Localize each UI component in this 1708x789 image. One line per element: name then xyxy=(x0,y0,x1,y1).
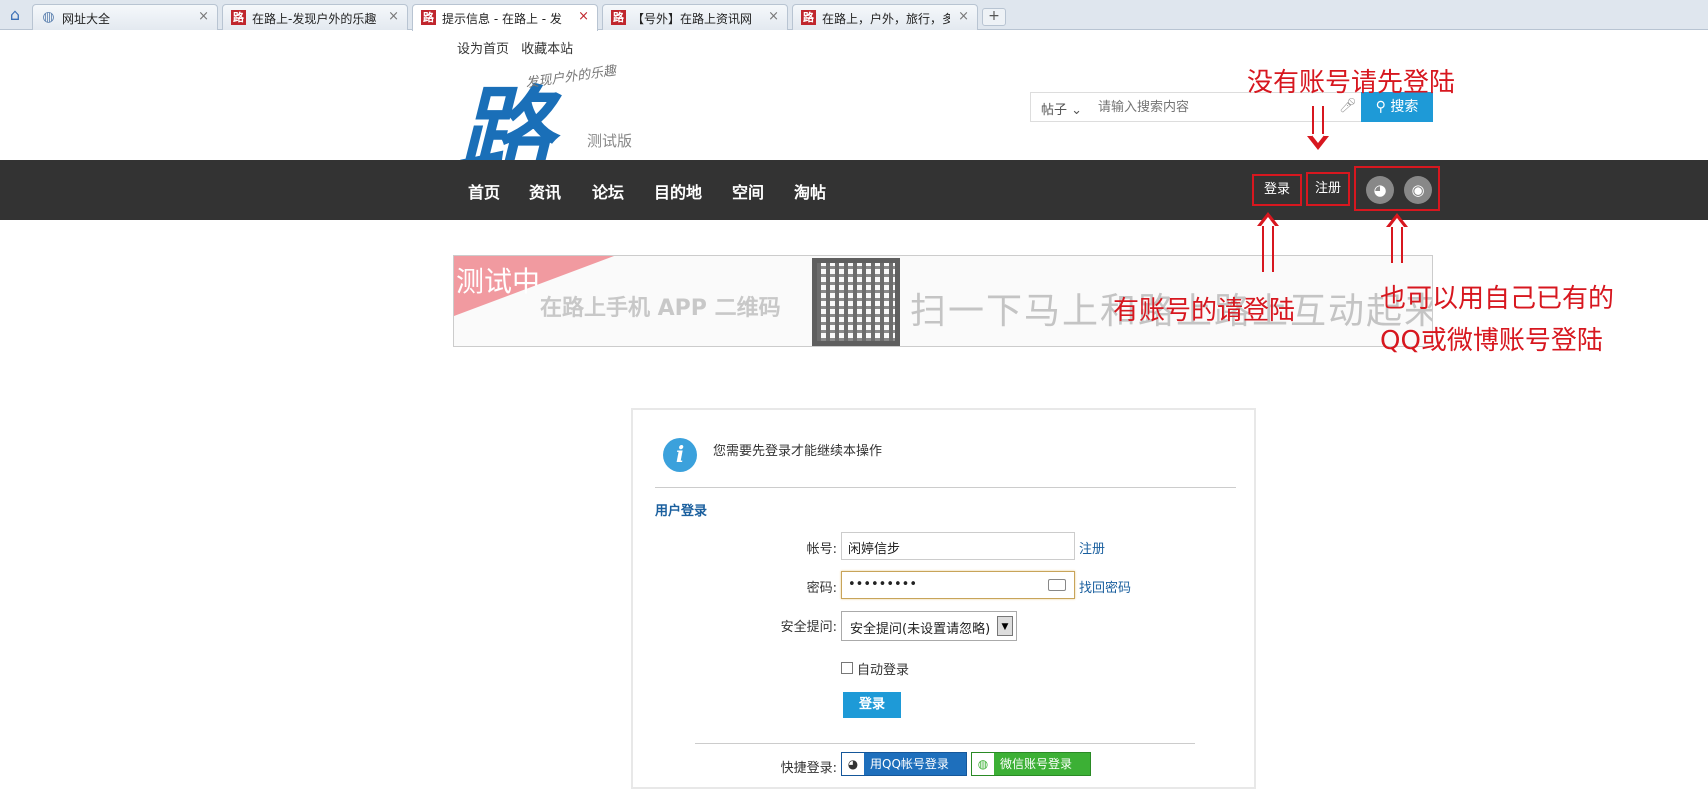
tab-title: 在路上-发现户外的乐趣 xyxy=(252,12,377,26)
main-nav: 首页 资讯 论坛 目的地 空间 淘帖 xyxy=(0,160,1708,220)
nav-space[interactable]: 空间 xyxy=(732,179,764,203)
site-favicon-icon: 路 xyxy=(801,10,816,25)
qq-icon[interactable]: ◕ xyxy=(1366,176,1394,204)
close-icon[interactable]: × xyxy=(388,9,399,24)
browser-tab-active[interactable]: 路 提示信息 - 在路上 - 发 × xyxy=(412,4,598,31)
annotation-arrow-up xyxy=(1386,213,1408,227)
tab-title: 网址大全 xyxy=(62,12,111,26)
new-tab-button[interactable]: + xyxy=(982,8,1006,26)
password-label: 密码: xyxy=(806,581,837,596)
search-type-select[interactable]: 帖子 ⌄ xyxy=(1041,99,1082,118)
annotation-arrow-up xyxy=(1257,212,1279,226)
annotation-arrow-shaft xyxy=(1312,106,1324,136)
browser-tab[interactable]: ◍ 网址大全 × xyxy=(32,4,218,30)
close-icon[interactable]: × xyxy=(198,9,209,24)
search-icon: ⚲ xyxy=(1375,99,1386,115)
chevron-down-icon: ▼ xyxy=(997,616,1013,636)
nav-home[interactable]: 首页 xyxy=(468,179,500,203)
home-icon[interactable]: ⌂ xyxy=(4,5,26,25)
close-icon[interactable]: × xyxy=(578,9,589,24)
nav-destination[interactable]: 目的地 xyxy=(654,179,702,203)
recover-password-link[interactable]: 找回密码 xyxy=(1079,577,1131,596)
browser-tab[interactable]: 路 【号外】在路上资讯网 × xyxy=(602,4,788,30)
qq-login-button[interactable]: ◕ 用QQ帐号登录 xyxy=(841,752,967,776)
site-favicon-icon: 路 xyxy=(421,10,436,25)
password-field[interactable]: ••••••••• xyxy=(841,571,1075,599)
login-panel: i 您需要先登录才能继续本操作 用户登录 帐号: 闲婷信步 注册 密码: •••… xyxy=(631,408,1256,789)
site-logo[interactable]: 路 发现户外的乐趣 测试版 xyxy=(455,60,645,188)
wechat-icon: ◍ xyxy=(972,753,994,775)
tab-title: 【号外】在路上资讯网 xyxy=(632,12,753,26)
username-field[interactable]: 闲婷信步 xyxy=(841,532,1075,560)
site-favicon-icon: 路 xyxy=(611,10,626,25)
close-icon[interactable]: × xyxy=(768,9,779,24)
nav-register-button[interactable]: 注册 xyxy=(1306,172,1350,206)
browser-tab[interactable]: 路 在路上，户外，旅行，多 × xyxy=(792,4,978,30)
annotation-register-hint: 没有账号请先登陆 xyxy=(1247,68,1456,98)
social-login-group: ◕ ◉ xyxy=(1354,166,1440,211)
login-required-notice: 您需要先登录才能继续本操作 xyxy=(713,444,883,459)
qr-code-image xyxy=(812,258,900,346)
keyboard-icon[interactable] xyxy=(1048,579,1066,591)
annotation-login-hint: 有账号的请登陆 xyxy=(1113,296,1296,326)
login-submit-button[interactable]: 登录 xyxy=(843,692,901,718)
register-link[interactable]: 注册 xyxy=(1079,538,1105,557)
annotation-social-hint-2: QQ或微博账号登陆 xyxy=(1380,326,1603,356)
auto-login-label: 自动登录 xyxy=(857,663,910,678)
nav-collections[interactable]: 淘帖 xyxy=(794,179,826,203)
nav-login-button[interactable]: 登录 xyxy=(1252,174,1302,206)
nav-news[interactable]: 资讯 xyxy=(529,179,561,203)
annotation-arrow-shaft xyxy=(1262,226,1274,272)
wechat-login-button[interactable]: ◍ 微信账号登录 xyxy=(971,752,1091,776)
search-button-label: 搜索 xyxy=(1390,99,1419,115)
browser-tab-strip: ⌂ ◍ 网址大全 × 路 在路上-发现户外的乐趣 × 路 提示信息 - 在路上 … xyxy=(0,0,1708,31)
microphone-icon[interactable]: 🎤︎ xyxy=(1339,98,1357,114)
security-question-value: 安全提问(未设置请忽略) xyxy=(850,622,991,637)
tab-title: 提示信息 - 在路上 - 发 xyxy=(442,12,562,26)
browser-tab[interactable]: 路 在路上-发现户外的乐趣 × xyxy=(222,4,408,30)
password-value: ••••••••• xyxy=(848,577,918,592)
qq-login-label: 用QQ帐号登录 xyxy=(870,757,949,771)
site-favicon-icon: 路 xyxy=(231,10,246,25)
divider xyxy=(655,487,1236,488)
tab-title: 在路上，户外，旅行，多 xyxy=(822,12,950,26)
wechat-login-label: 微信账号登录 xyxy=(1000,757,1073,771)
qq-penguin-icon: ◕ xyxy=(842,753,864,775)
security-question-select[interactable]: 安全提问(未设置请忽略) ▼ xyxy=(841,611,1017,641)
security-question-label: 安全提问: xyxy=(780,620,837,635)
username-label: 帐号: xyxy=(806,542,837,557)
close-icon[interactable]: × xyxy=(958,9,969,24)
weibo-icon[interactable]: ◉ xyxy=(1404,176,1432,204)
divider xyxy=(695,743,1195,744)
section-title: 用户登录 xyxy=(655,504,708,519)
banner-app-text: 在路上手机 APP 二维码 xyxy=(540,296,781,321)
nav-forum[interactable]: 论坛 xyxy=(592,179,624,203)
annotation-arrow-down xyxy=(1307,134,1329,150)
quick-login-label: 快捷登录: xyxy=(780,761,837,776)
banner-badge: 测试中 xyxy=(456,265,541,298)
annotation-social-hint-1: 也可以用自己已有的 xyxy=(1380,284,1615,314)
auto-login-checkbox[interactable] xyxy=(841,662,853,674)
annotation-arrow-shaft xyxy=(1391,227,1403,263)
globe-icon: ◍ xyxy=(42,9,55,25)
search-input[interactable] xyxy=(1096,96,1331,118)
beta-label: 测试版 xyxy=(587,132,633,150)
info-icon: i xyxy=(663,438,697,472)
